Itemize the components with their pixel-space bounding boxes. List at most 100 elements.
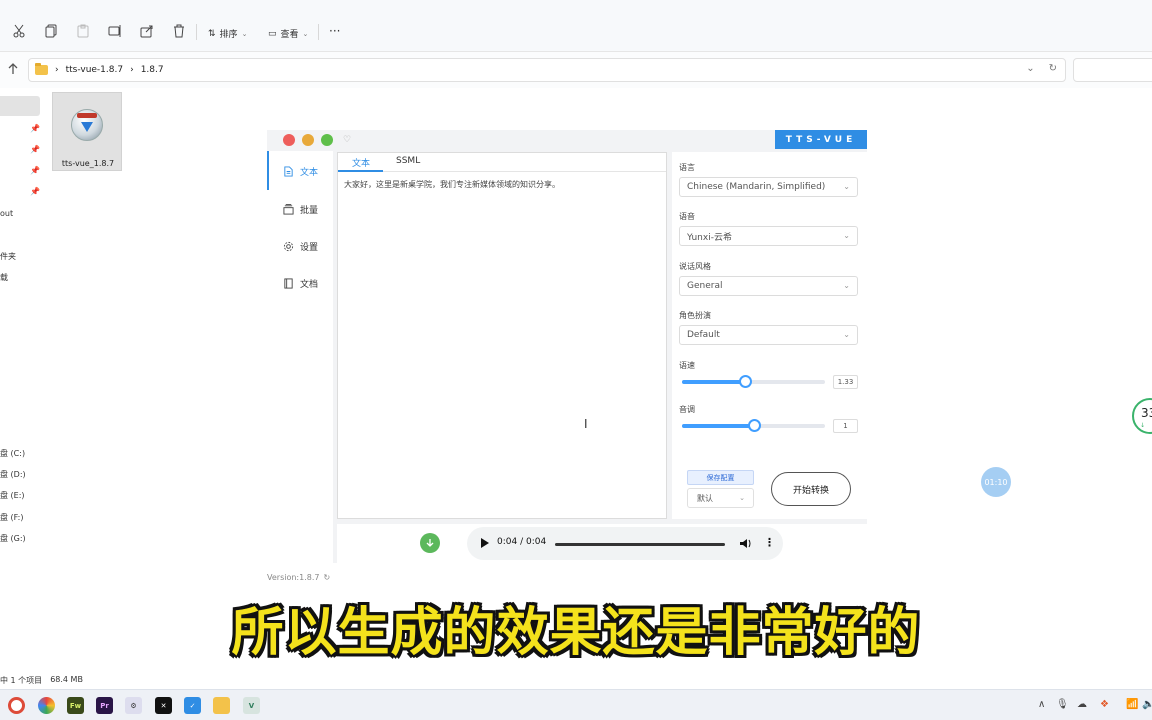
explorer-toolbar: ⇅ 排序 ⌄ ▭ 查看 ⌄ ··· [0, 0, 1152, 52]
speaker-icon[interactable]: 🔈 [1142, 699, 1152, 710]
play-icon[interactable] [481, 538, 489, 548]
player-bar: 0:04 / 0:04 ⋮ [337, 524, 867, 563]
refresh-icon[interactable]: ↻ [323, 573, 330, 582]
search-input[interactable] [1073, 58, 1152, 82]
floating-timer[interactable]: 01:10 [981, 467, 1011, 497]
role-value: Default [687, 330, 720, 340]
drive-c[interactable]: 盘 (C:) [0, 448, 25, 459]
floating-widget[interactable]: 33 ↓ [1132, 398, 1152, 434]
audio-progress[interactable] [555, 543, 725, 546]
sidebar-item-settings[interactable]: 设置 [283, 240, 318, 253]
browser-icon[interactable] [38, 697, 55, 714]
more-vertical-icon[interactable]: ⋮ [764, 536, 775, 549]
chevron-up-icon[interactable]: ∧ [1038, 699, 1045, 710]
volume-icon[interactable] [739, 537, 752, 550]
pitch-slider[interactable] [682, 419, 825, 432]
text-input[interactable]: 大家好，这里是新桌学院，我们专注新媒体领域的知识分享。 [344, 179, 660, 191]
language-label: 语言 [679, 163, 695, 172]
voice-select[interactable]: Yunxi-云希 ⌄ [679, 226, 858, 246]
tts-vue-window: ♡ TTS-VUE 文本 批量 设置 文档 Version:1.8.7 ↻ 文本… [267, 130, 867, 582]
speed-slider-handle[interactable] [738, 375, 752, 388]
nav-item[interactable]: 载 [0, 272, 8, 283]
mic-icon[interactable]: 🎙 [1056, 699, 1069, 710]
download-button[interactable] [420, 533, 440, 553]
paste-icon[interactable] [74, 22, 92, 40]
address-bar[interactable]: › tts-vue-1.8.7 › 1.8.7 ⌄ ↻ [28, 58, 1066, 82]
more-options-button[interactable]: ··· [329, 24, 340, 38]
more-icon: ··· [329, 24, 341, 38]
speed-label: 语速 [679, 361, 695, 370]
pitch-slider-handle[interactable] [747, 419, 761, 432]
close-window-button[interactable] [283, 134, 295, 146]
copy-icon[interactable] [42, 22, 60, 40]
delete-icon[interactable] [170, 22, 188, 40]
address-row: › tts-vue-1.8.7 › 1.8.7 ⌄ ↻ [0, 52, 1152, 88]
editor-tabs: 文本 SSML [338, 153, 666, 172]
sidebar-item-text[interactable]: 文本 [283, 165, 318, 178]
start-convert-button[interactable]: 开始转换 [771, 472, 851, 506]
share-icon[interactable] [138, 22, 156, 40]
version-label: Version:1.8.7 ↻ [267, 573, 330, 582]
tts-sidebar: 文本 批量 设置 文档 Version:1.8.7 ↻ [267, 151, 333, 582]
batch-icon [283, 204, 294, 215]
chrome-icon[interactable] [8, 697, 25, 714]
vue-icon[interactable]: V [243, 697, 260, 714]
nav-selected-item[interactable] [0, 96, 40, 116]
app-tray-icon[interactable]: ❖ [1100, 699, 1109, 710]
fireworks-icon[interactable]: Fw [67, 697, 84, 714]
download-icon [426, 539, 434, 547]
network-icon[interactable]: ☁ [1077, 699, 1087, 710]
breadcrumb-sep: › [55, 65, 59, 75]
chevron-down-icon[interactable]: ⌄ [1026, 63, 1034, 74]
config-select[interactable]: 默认 ⌄ [687, 488, 754, 508]
sidebar-item-label: 设置 [300, 243, 319, 253]
pitch-value-input[interactable]: 1 [833, 419, 858, 433]
cut-icon[interactable] [10, 22, 28, 40]
active-indicator [267, 151, 269, 190]
save-config-button[interactable]: 保存配置 [687, 470, 754, 485]
drive-e[interactable]: 盘 (E:) [0, 490, 25, 501]
refresh-icon[interactable]: ↻ [1049, 63, 1057, 74]
nav-item[interactable]: out [0, 209, 13, 218]
rename-icon[interactable] [106, 22, 124, 40]
sidebar-item-label: 文本 [300, 168, 319, 178]
tab-text[interactable]: 文本 [352, 156, 370, 169]
app-icon[interactable]: ✓ [184, 697, 201, 714]
sort-icon: ⇅ [208, 28, 216, 39]
pitch-slider-fill [682, 424, 754, 428]
up-arrow-icon[interactable] [6, 62, 20, 76]
maximize-window-button[interactable] [321, 134, 333, 146]
breadcrumb-item[interactable]: 1.8.7 [141, 65, 164, 75]
speed-slider[interactable] [682, 375, 825, 388]
sort-button[interactable]: ⇅ 排序 ⌄ [208, 27, 247, 41]
heart-icon[interactable]: ♡ [343, 135, 351, 145]
sort-label: 排序 [219, 30, 238, 40]
premiere-icon[interactable]: Pr [96, 697, 113, 714]
tab-ssml[interactable]: SSML [396, 156, 420, 166]
file-item[interactable]: tts-vue_1.8.7 [52, 92, 122, 171]
nav-item[interactable]: 件夹 [0, 251, 16, 262]
minimize-window-button[interactable] [302, 134, 314, 146]
wifi-icon[interactable]: 📶 [1126, 699, 1138, 710]
speed-value-input[interactable]: 1.33 [833, 375, 858, 389]
language-value: Chinese (Mandarin, Simplified) [687, 182, 826, 192]
address-actions: ⌄ ↻ [1026, 63, 1057, 74]
sidebar-item-batch[interactable]: 批量 [283, 203, 318, 216]
breadcrumb-item[interactable]: tts-vue-1.8.7 [66, 65, 123, 75]
drive-d[interactable]: 盘 (D:) [0, 469, 26, 480]
view-button[interactable]: ▭ 查看 ⌄ [268, 27, 308, 41]
folder-icon [35, 63, 48, 75]
drive-g[interactable]: 盘 (G:) [0, 533, 26, 544]
tab-underline [338, 170, 383, 172]
app-icon[interactable]: ⚙ [125, 697, 142, 714]
style-select[interactable]: General ⌄ [679, 276, 858, 296]
pin-icon: 📌 [30, 187, 40, 196]
role-select[interactable]: Default ⌄ [679, 325, 858, 345]
sidebar-item-docs[interactable]: 文档 [283, 277, 318, 290]
audio-player: 0:04 / 0:04 ⋮ [467, 527, 783, 560]
language-select[interactable]: Chinese (Mandarin, Simplified) ⌄ [679, 177, 858, 197]
pin-icon: 📌 [30, 145, 40, 154]
capcut-icon[interactable]: ✕ [155, 697, 172, 714]
drive-f[interactable]: 盘 (F:) [0, 512, 23, 523]
file-explorer-icon[interactable] [213, 697, 230, 714]
